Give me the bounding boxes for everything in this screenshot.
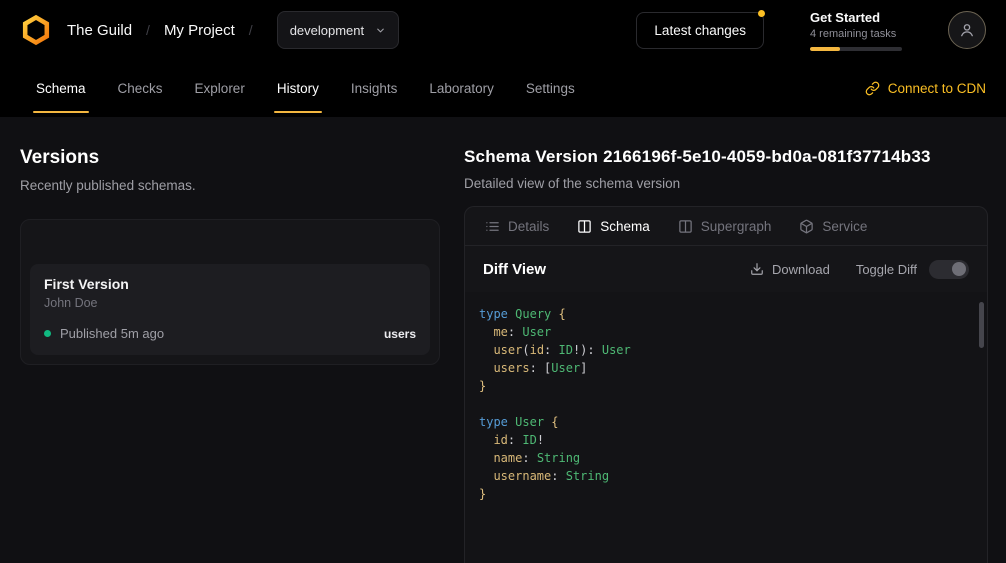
breadcrumb-separator: / xyxy=(249,22,253,38)
diff-view-title: Diff View xyxy=(483,261,546,278)
code-scrollbar[interactable] xyxy=(979,302,984,348)
diff-toggle-knob xyxy=(952,262,966,276)
get-started-widget[interactable]: Get Started 4 remaining tasks xyxy=(810,10,902,51)
notification-dot xyxy=(758,10,765,17)
code-line: me: User xyxy=(479,323,973,341)
get-started-subtitle: 4 remaining tasks xyxy=(810,28,902,40)
tab-laboratory[interactable]: Laboratory xyxy=(413,60,510,117)
list-icon xyxy=(485,219,500,234)
tab-schema-view-label: Schema xyxy=(600,219,650,234)
breadcrumb: The Guild / My Project / development xyxy=(20,11,399,49)
version-name: First Version xyxy=(44,276,416,292)
download-button[interactable]: Download xyxy=(750,262,830,277)
connect-cdn-link[interactable]: Connect to CDN xyxy=(865,60,986,117)
columns-icon xyxy=(678,219,693,234)
versions-title: Versions xyxy=(20,147,440,169)
version-status: Published 5m ago xyxy=(60,326,164,341)
code-line: type User { xyxy=(479,413,973,431)
version-service-badge: users xyxy=(384,327,416,341)
tab-supergraph[interactable]: Supergraph xyxy=(678,219,772,234)
versions-card: First Version John Doe Published 5m ago … xyxy=(20,219,440,365)
code-line: users: [User] xyxy=(479,359,973,377)
breadcrumb-org[interactable]: The Guild xyxy=(67,22,132,39)
breadcrumb-project[interactable]: My Project xyxy=(164,22,235,39)
person-icon xyxy=(958,21,976,39)
diff-actions: Download Toggle Diff xyxy=(750,260,969,279)
diff-view-header: Diff View Download Toggle Diff xyxy=(465,246,987,292)
tab-details[interactable]: Details xyxy=(485,219,549,234)
avatar-button[interactable] xyxy=(948,11,986,49)
tab-settings[interactable]: Settings xyxy=(510,60,591,117)
code-line: user(id: ID!): User xyxy=(479,341,973,359)
toggle-diff-control: Toggle Diff xyxy=(856,260,969,279)
connect-cdn-label: Connect to CDN xyxy=(888,81,986,96)
app-header: The Guild / My Project / development Lat… xyxy=(0,0,1006,60)
header-actions: Latest changes Get Started 4 remaining t… xyxy=(636,10,986,51)
tab-details-label: Details xyxy=(508,219,549,234)
code-line: } xyxy=(479,377,973,395)
columns-icon xyxy=(577,219,592,234)
tab-insights[interactable]: Insights xyxy=(335,60,414,117)
get-started-title: Get Started xyxy=(810,10,902,25)
version-status-row: Published 5m ago users xyxy=(44,326,416,341)
versions-column: Versions Recently published schemas. Fir… xyxy=(20,131,440,563)
toggle-diff-label: Toggle Diff xyxy=(856,262,917,277)
environment-dropdown-value: development xyxy=(290,23,364,38)
version-detail-column: Schema Version 2166196f-5e10-4059-bd0a-0… xyxy=(464,131,988,563)
version-detail-panel: Details Schema Supergraph Service Diff V… xyxy=(464,206,988,563)
schema-code-viewer: type Query { me: User user(id: ID!): Use… xyxy=(465,292,987,563)
code-block: type Query { me: User user(id: ID!): Use… xyxy=(479,305,973,503)
chevron-down-icon xyxy=(375,25,386,36)
tab-checks[interactable]: Checks xyxy=(102,60,179,117)
version-author: John Doe xyxy=(44,296,416,310)
tab-service-label: Service xyxy=(822,219,867,234)
environment-dropdown[interactable]: development xyxy=(277,11,399,49)
tab-explorer[interactable]: Explorer xyxy=(179,60,261,117)
tab-schema[interactable]: Schema xyxy=(20,60,102,117)
code-line: type Query { xyxy=(479,305,973,323)
link-icon xyxy=(865,81,880,96)
page-tabs: Schema Checks Explorer History Insights … xyxy=(0,60,1006,117)
diff-toggle[interactable] xyxy=(929,260,969,279)
main-content: Versions Recently published schemas. Fir… xyxy=(0,117,1006,563)
tab-supergraph-label: Supergraph xyxy=(701,219,772,234)
box-icon xyxy=(799,219,814,234)
latest-changes-button[interactable]: Latest changes xyxy=(636,12,764,49)
tab-schema-view[interactable]: Schema xyxy=(577,219,650,234)
detail-tabs: Details Schema Supergraph Service xyxy=(465,207,987,246)
version-detail-subtitle: Detailed view of the schema version xyxy=(464,176,988,191)
get-started-progress xyxy=(810,47,902,51)
published-dot-icon xyxy=(44,330,51,337)
version-list-item[interactable]: First Version John Doe Published 5m ago … xyxy=(30,264,430,355)
code-line: id: ID! xyxy=(479,431,973,449)
version-detail-title: Schema Version 2166196f-5e10-4059-bd0a-0… xyxy=(464,147,988,167)
versions-subtitle: Recently published schemas. xyxy=(20,178,440,193)
tab-service[interactable]: Service xyxy=(799,219,867,234)
code-line: name: String xyxy=(479,449,973,467)
code-line: } xyxy=(479,485,973,503)
tab-history[interactable]: History xyxy=(261,60,335,117)
hive-logo-icon[interactable] xyxy=(20,14,52,46)
get-started-progress-fill xyxy=(810,47,840,51)
download-label: Download xyxy=(772,262,830,277)
breadcrumb-separator: / xyxy=(146,22,150,38)
code-line: username: String xyxy=(479,467,973,485)
code-line xyxy=(479,395,973,413)
download-icon xyxy=(750,262,764,276)
